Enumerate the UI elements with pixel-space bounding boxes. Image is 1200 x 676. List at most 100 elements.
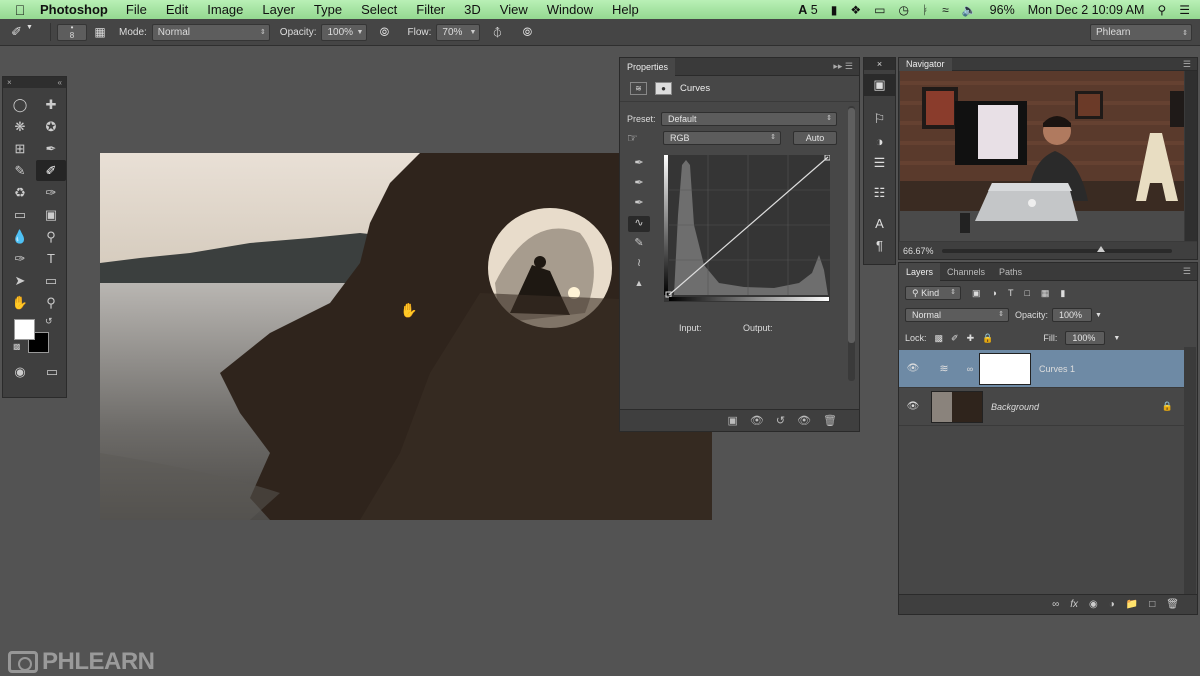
tab-layers[interactable]: Layers (899, 262, 941, 281)
filter-toggle-icon[interactable]: ▮ (1060, 288, 1065, 299)
blur-tool-icon[interactable]: 💧 (5, 226, 35, 247)
close-icon[interactable]: × (7, 77, 12, 88)
add-mask-icon[interactable]: ◉ (1089, 599, 1098, 610)
pressure-opacity-icon[interactable]: ⦾ (367, 25, 401, 40)
collapse-icon[interactable]: « (58, 77, 62, 88)
airplay-icon[interactable]: ▭ (874, 3, 885, 17)
quick-mask-icon[interactable]: ◉ (11, 361, 29, 382)
chevron-down-icon[interactable]: ▼ (1095, 312, 1102, 319)
dodge-tool-icon[interactable]: ⚲ (36, 226, 66, 247)
healing-brush-tool-icon[interactable]: ✎ (5, 160, 35, 181)
sliders-icon[interactable]: ☰ (864, 152, 895, 174)
lock-icon[interactable]: 🔒 (1162, 401, 1173, 412)
fx-icon[interactable]: fx (1070, 599, 1078, 610)
trash-icon[interactable]: 🗑 (1166, 599, 1179, 610)
battery-status-icon[interactable]: ▮ (831, 3, 838, 17)
sample-white-point-icon[interactable]: ✒ (628, 196, 650, 212)
menu-filter[interactable]: Filter (416, 2, 445, 17)
swap-colors-icon[interactable]: ↺ (45, 316, 53, 327)
layer-thumbnail[interactable] (931, 390, 983, 423)
tab-properties[interactable]: Properties (620, 57, 676, 76)
clip-to-layer-icon[interactable]: ▣ (727, 414, 737, 427)
workspace-select[interactable]: Phlearn ⇕ (1090, 24, 1192, 41)
magic-wand-tool-icon[interactable]: ✪ (36, 116, 66, 137)
filter-shape-icon[interactable]: □ (1024, 288, 1029, 298)
menu-edit[interactable]: Edit (166, 2, 188, 17)
on-image-adjust-icon[interactable]: ☞ (627, 131, 663, 145)
navigator-panel-icon[interactable]: ▣ (864, 74, 895, 96)
properties-scrollbar[interactable] (848, 106, 855, 381)
chevron-down-icon[interactable]: ▼ (1113, 335, 1120, 342)
bluetooth-icon[interactable]: ᛓ (922, 3, 929, 17)
tab-channels[interactable]: Channels (940, 263, 992, 281)
layers-scrollbar[interactable] (1184, 347, 1196, 597)
mask-link-icon[interactable]: ∞ (961, 364, 979, 374)
navigator-scrollbar[interactable] (1185, 71, 1197, 241)
history-brush-tool-icon[interactable]: ✑ (36, 182, 66, 203)
lock-transparent-icon[interactable]: ▩ (935, 333, 944, 344)
pressure-size-icon[interactable]: ⦾ (514, 25, 540, 40)
menu-select[interactable]: Select (361, 2, 397, 17)
screen-mode-icon[interactable]: ▭ (41, 361, 63, 382)
view-previous-state-icon[interactable]: 👁 (750, 414, 764, 427)
brush-tool-icon[interactable]: ✐ (36, 160, 66, 181)
preset-select[interactable]: Default ⇕ (661, 112, 837, 126)
zoom-tool-icon[interactable]: ⚲ (36, 292, 66, 313)
brush-panel-toggle-icon[interactable]: ▦ (87, 25, 113, 39)
filter-adjustment-icon[interactable]: ◑ (992, 288, 997, 298)
battery-percent[interactable]: 96% (990, 3, 1015, 17)
scroll-thumb[interactable] (848, 108, 855, 343)
menu-type[interactable]: Type (314, 2, 342, 17)
layer-row-curves[interactable]: 👁 ≋ ∞ Curves 1 (899, 350, 1185, 388)
flow-input[interactable]: 70% ▼ (436, 23, 481, 41)
menu-file[interactable]: File (126, 2, 147, 17)
clock[interactable]: Mon Dec 2 10:09 AM (1028, 3, 1145, 17)
move-tool-icon[interactable]: ✚ (36, 94, 66, 115)
time-machine-icon[interactable]: ◷ (898, 3, 908, 17)
apple-icon[interactable]:  (0, 2, 40, 18)
filter-type-icon[interactable]: T (1008, 288, 1014, 298)
clipping-warning-icon[interactable]: ▲ (628, 278, 650, 294)
opacity-input[interactable]: 100% ▼ (321, 23, 368, 41)
channel-select[interactable]: RGB ⇕ (663, 131, 781, 145)
layer-opacity-input[interactable]: 100% (1052, 308, 1093, 322)
evernote-icon[interactable]: ❖ (850, 3, 861, 17)
spotlight-search-icon[interactable]: ⚲ (1157, 3, 1166, 17)
smooth-curve-icon[interactable]: ≀ (628, 256, 650, 272)
adobe-creative-cloud-icon[interactable]: A 5 (798, 3, 817, 17)
fill-input[interactable]: 100% (1065, 331, 1106, 345)
new-layer-icon[interactable]: □ (1149, 599, 1155, 610)
volume-icon[interactable]: 🔈 (962, 3, 977, 17)
curves-adjustment-icon[interactable]: ≋ (630, 82, 647, 95)
layer-name[interactable]: Curves 1 (1039, 364, 1075, 374)
auto-button[interactable]: Auto (793, 131, 837, 145)
pencil-draw-icon[interactable]: ✎ (628, 236, 650, 252)
crop-tool-icon[interactable]: ⊞ (5, 138, 35, 159)
new-group-icon[interactable]: 📁 (1126, 599, 1138, 610)
pen-tool-icon[interactable]: ✑ (5, 248, 35, 269)
brush-presets-icon[interactable]: ⚐ (864, 108, 895, 130)
notification-center-icon[interactable]: ☰ (1179, 3, 1190, 17)
navigator-preview[interactable] (900, 71, 1184, 241)
link-layers-icon[interactable]: ∞ (1052, 599, 1059, 610)
eraser-tool-icon[interactable]: ▭ (5, 204, 35, 225)
filter-smart-object-icon[interactable]: ▦ (1041, 288, 1050, 299)
zoom-slider[interactable] (941, 245, 1172, 253)
menu-view[interactable]: View (500, 2, 528, 17)
airbrush-icon[interactable]: ⦽ (480, 25, 514, 40)
filter-pixel-icon[interactable]: ▣ (972, 288, 981, 299)
type-tool-icon[interactable]: T (36, 248, 66, 269)
lasso-tool-icon[interactable]: ❋ (5, 116, 35, 137)
sample-gray-point-icon[interactable]: ✒ (628, 176, 650, 192)
zoom-slider-thumb[interactable] (1096, 245, 1105, 252)
strip-header[interactable]: × (864, 58, 895, 70)
panel-menu-icon[interactable]: ☰ (1183, 59, 1197, 70)
sample-black-point-icon[interactable]: ✒ (628, 156, 650, 172)
lock-position-icon[interactable]: ✚ (967, 333, 975, 344)
path-selection-tool-icon[interactable]: ➤ (5, 270, 35, 291)
blend-mode-select[interactable]: Normal ⇕ (905, 308, 1009, 322)
curve-points-icon[interactable]: ∿ (628, 216, 650, 232)
tools-panel-header[interactable]: × « (3, 77, 66, 88)
visibility-eye-icon[interactable]: 👁 (899, 363, 927, 374)
clone-source-icon[interactable]: ☷ (864, 182, 895, 204)
